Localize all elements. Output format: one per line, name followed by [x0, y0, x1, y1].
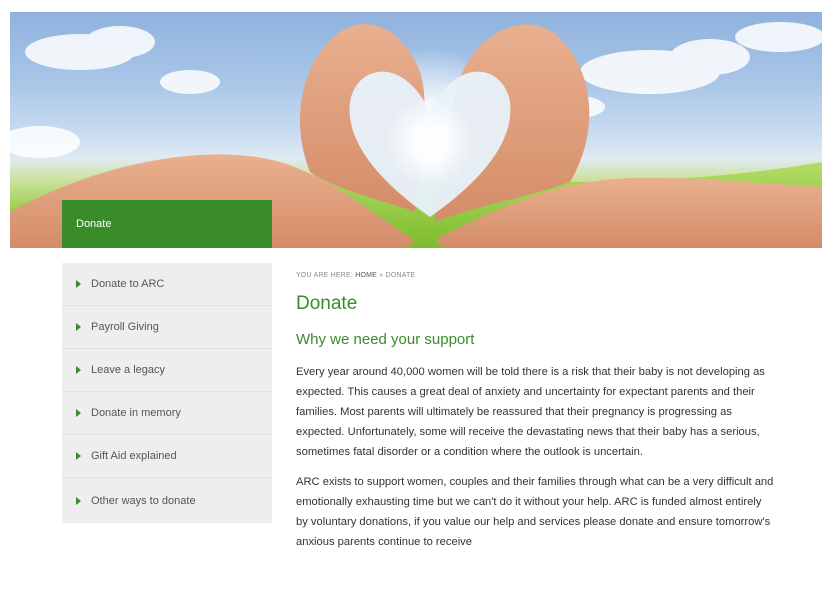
arrow-right-icon [76, 452, 81, 460]
sidebar-item-label: Leave a legacy [91, 364, 165, 376]
body-paragraph: ARC exists to support women, couples and… [296, 476, 774, 548]
page-title: Donate [296, 293, 358, 314]
breadcrumb: YOU ARE HERE: HOME » DONATE [296, 272, 776, 279]
sidebar-item-donate-to-arc[interactable]: Donate to ARC [62, 263, 272, 306]
sidebar-item-other-ways-to-donate[interactable]: Other ways to donate [62, 478, 272, 523]
sidebar-item-payroll-giving[interactable]: Payroll Giving [62, 306, 272, 349]
main-content: YOU ARE HERE: HOME » DONATE Donate Why w… [296, 272, 776, 552]
body-paragraph: Every year around 40,000 women will be t… [296, 366, 765, 458]
sidebar-item-label: Donate to ARC [91, 278, 165, 290]
arrow-right-icon [76, 323, 81, 331]
sidebar-item-label: Donate in memory [91, 407, 181, 419]
sidebar-item-label: Gift Aid explained [91, 450, 177, 462]
sidebar-item-gift-aid-explained[interactable]: Gift Aid explained [62, 435, 272, 478]
arrow-right-icon [76, 409, 81, 417]
hero-banner: Donate [10, 12, 822, 248]
sidebar-item-label: Other ways to donate [91, 494, 196, 507]
breadcrumb-current: DONATE [385, 272, 416, 279]
arrow-right-icon [76, 366, 81, 374]
breadcrumb-home-link[interactable]: HOME [355, 272, 377, 279]
breadcrumb-separator: » [379, 272, 384, 279]
hero-page-tab: Donate [62, 200, 272, 248]
sidebar-item-donate-in-memory[interactable]: Donate in memory [62, 392, 272, 435]
sidebar-nav: Donate to ARC Payroll Giving Leave a leg… [62, 263, 272, 523]
sidebar-item-label: Payroll Giving [91, 321, 159, 333]
sidebar-item-leave-a-legacy[interactable]: Leave a legacy [62, 349, 272, 392]
section-heading: Why we need your support [296, 331, 475, 348]
arrow-right-icon [76, 280, 81, 288]
breadcrumb-prefix: YOU ARE HERE: [296, 272, 354, 279]
arrow-right-icon [76, 496, 81, 505]
